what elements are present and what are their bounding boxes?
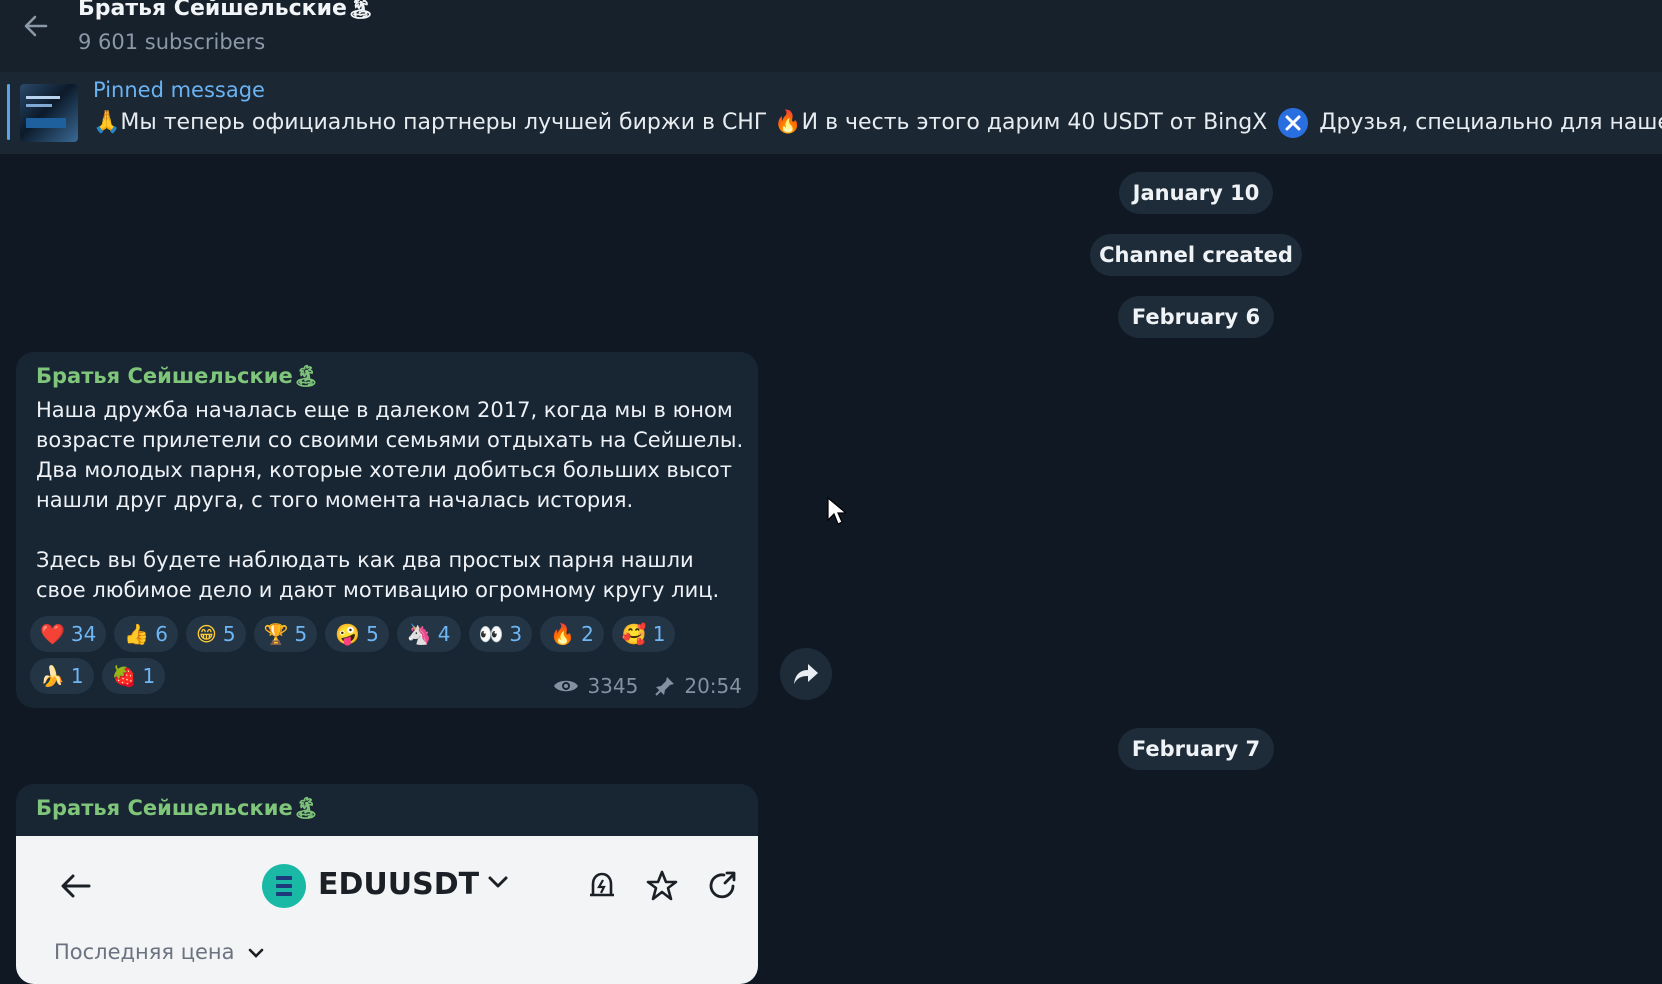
message-bubble[interactable]: Братья Сейшельские🏝 Наша дружба началась…	[16, 352, 758, 708]
date-separator-jan10: January 10	[1119, 172, 1273, 214]
share-button[interactable]	[780, 648, 832, 700]
last-price-label: Последняя цена	[54, 940, 265, 964]
message-image[interactable]: EDUUSDT Последняя цена	[16, 836, 758, 984]
reaction-unicorn[interactable]: 🦄 4	[396, 616, 461, 652]
subscriber-count: 9 601 subscribers	[78, 30, 266, 54]
reaction-thumbs-up[interactable]: 👍 6	[114, 616, 178, 652]
reaction-smiling-hearts[interactable]: 🥰 1	[611, 616, 676, 652]
trading-pair: EDUUSDT	[318, 867, 480, 902]
edu-coin-icon	[262, 864, 306, 908]
channel-title[interactable]: Братья Сейшельские🏝	[78, 0, 375, 21]
reaction-grin[interactable]: 😁 5	[186, 616, 246, 652]
star-icon	[642, 866, 682, 906]
date-separator-feb7: February 7	[1118, 728, 1274, 770]
reaction-eyes[interactable]: 👀 3	[468, 616, 533, 652]
chevron-down-icon	[488, 876, 508, 888]
pin-icon	[655, 677, 675, 696]
chevron-down-icon	[248, 948, 264, 958]
reaction-fire[interactable]: 🔥 2	[540, 616, 604, 652]
message-paragraph: Наша дружба началась еще в далеком 2017,…	[36, 398, 744, 512]
pinned-label: Pinned message	[93, 78, 265, 102]
pinned-indicator	[7, 84, 10, 140]
chat-header: Братья Сейшельские🏝 9 601 subscribers	[0, 0, 1662, 72]
message-text: Наша дружба началась еще в далеком 2017,…	[36, 395, 746, 605]
message-author[interactable]: Братья Сейшельские🏝	[36, 364, 319, 389]
arrow-left-icon	[24, 15, 48, 37]
pinned-thumbnail	[20, 84, 78, 142]
view-count: 3345	[587, 674, 639, 698]
share-icon	[702, 866, 742, 906]
message-author[interactable]: Братья Сейшельские🏝	[36, 796, 319, 821]
reaction-heart[interactable]: ❤️ 34	[30, 616, 107, 652]
eye-icon	[554, 680, 579, 692]
date-separator-feb6: February 6	[1118, 296, 1274, 338]
arrow-left-icon	[61, 874, 91, 898]
message-paragraph: Здесь вы будете наблюдать как два просты…	[36, 548, 720, 602]
message-meta: 3345 20:54	[553, 674, 742, 698]
message-time: 20:54	[684, 674, 742, 698]
service-message-channel-created: Channel created	[1090, 234, 1302, 276]
reaction-banana[interactable]: 🍌 1	[30, 658, 94, 694]
reaction-zany-face[interactable]: 🤪 5	[325, 616, 389, 652]
mouse-cursor-icon	[827, 496, 846, 525]
message-bubble[interactable]: Братья Сейшельские🏝 EDUUSDT Последняя це…	[16, 784, 758, 984]
price-alert-icon	[582, 866, 622, 906]
embed-back-arrow	[56, 866, 96, 906]
reaction-trophy[interactable]: 🏆 5	[253, 616, 318, 652]
pinned-message-bar[interactable]: Pinned message 🙏Мы теперь официально пар…	[0, 72, 1662, 154]
pinned-text-part2: Друзья, специально для нашего ка	[1319, 110, 1662, 135]
bingx-logo-icon	[1278, 108, 1309, 138]
pinned-text-part1: 🙏Мы теперь официально партнеры лучшей би…	[93, 110, 1268, 135]
back-button[interactable]	[16, 6, 56, 46]
reaction-strawberry[interactable]: 🍓 1	[101, 658, 166, 694]
forward-arrow-icon	[794, 664, 818, 684]
pinned-text: 🙏Мы теперь официально партнеры лучшей би…	[93, 108, 1662, 138]
